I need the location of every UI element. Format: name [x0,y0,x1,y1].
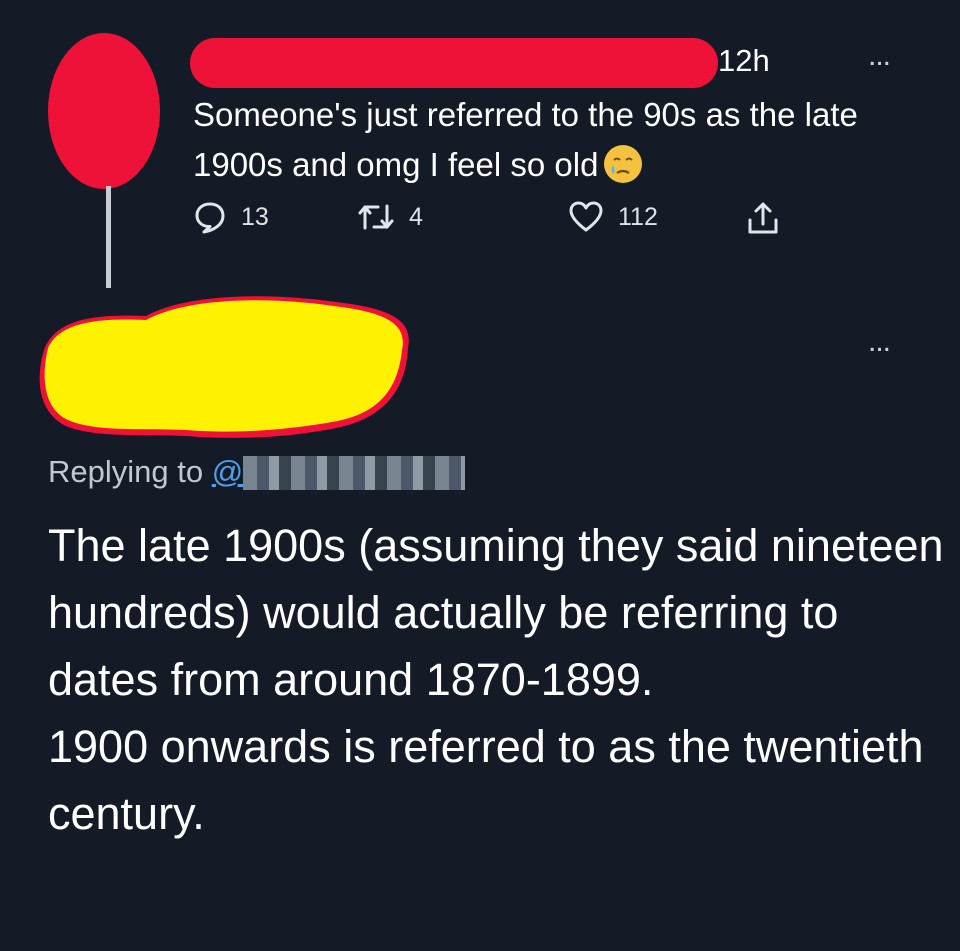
reply-author-redacted[interactable] [36,288,416,446]
replied-handle-visible: @ [211,454,244,489]
more-options-icon[interactable]: ... [868,41,891,71]
replying-to-label: Replying to [48,454,204,489]
retweet-button[interactable]: 4 [357,200,423,234]
tweet-text: Someone's just referred to the 90s as th… [193,90,933,190]
tweet-timestamp[interactable]: 12h [718,42,770,80]
share-icon [748,202,778,234]
reply-icon [195,202,225,234]
tweet-text-content: Someone's just referred to the 90s as th… [193,96,858,183]
reply-paragraph-2: 1900 onwards is referred to as the twent… [48,721,924,839]
thread-connector-line [106,186,111,288]
more-options-icon-2[interactable]: ... [868,327,891,357]
handle-blurred-redaction [243,456,466,490]
retweet-count: 4 [409,202,423,231]
tweet-actions-bar: 13 4 112 [193,200,913,240]
like-count: 112 [618,202,658,231]
crying-face-emoji-icon [604,145,643,183]
replied-handle-link[interactable]: @ [211,454,466,490]
heart-icon [569,201,603,232]
username-redacted[interactable] [190,38,718,88]
like-button[interactable]: 112 [568,200,658,234]
reply-paragraph-1: The late 1900s (assuming they said ninet… [48,520,944,705]
avatar-redacted[interactable] [48,33,160,189]
retweet-icon [358,204,394,230]
reply-count: 13 [241,202,269,231]
reply-tweet-text: The late 1900s (assuming they said ninet… [48,512,948,847]
share-button[interactable] [746,200,780,236]
replying-to-line: Replying to @ [48,450,466,494]
reply-button[interactable]: 13 [193,200,269,234]
